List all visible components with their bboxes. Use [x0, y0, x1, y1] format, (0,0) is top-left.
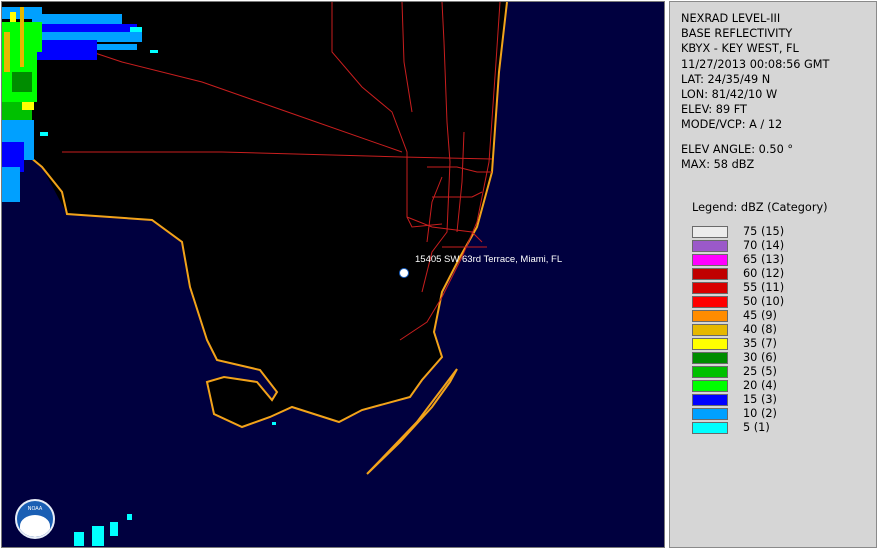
legend-swatch	[692, 310, 728, 322]
legend-swatch	[692, 324, 728, 336]
legend-swatch	[692, 352, 728, 364]
legend-label: 70 (14)	[743, 239, 785, 252]
station: KBYX - KEY WEST, FL	[681, 42, 799, 56]
legend-label: 55 (11)	[743, 281, 785, 294]
datetime: 11/27/2013 00:08:56 GMT	[681, 57, 830, 71]
legend-swatch	[692, 254, 728, 266]
latitude: LAT: 24/35/49 N	[681, 72, 771, 86]
legend-swatch	[692, 422, 728, 434]
legend-title: Legend: dBZ (Category)	[692, 201, 828, 214]
legend-label: 20 (4)	[743, 379, 777, 392]
elevation: ELEV: 89 FT	[681, 103, 747, 117]
max-dbz: MAX: 58 dBZ	[681, 157, 755, 171]
radar-map-canvas	[2, 2, 508, 546]
info-panel: NEXRAD LEVEL-III BASE REFLECTIVITY KBYX …	[669, 1, 877, 548]
location-label: 15405 SW 63rd Terrace, Miami, FL	[415, 254, 563, 265]
legend-swatch	[692, 240, 728, 252]
radar-info: NEXRAD LEVEL-III BASE REFLECTIVITY KBYX …	[681, 11, 829, 172]
noaa-logo-text: NOAA	[27, 506, 43, 512]
legend-label: 30 (6)	[743, 351, 777, 364]
legend-swatch	[692, 296, 728, 308]
elevation-angle: ELEV ANGLE: 0.50 °	[681, 142, 794, 156]
legend-label: 50 (10)	[743, 295, 785, 308]
legend-swatch	[692, 268, 728, 280]
legend-label: 25 (5)	[743, 365, 777, 378]
legend-label: 45 (9)	[743, 309, 777, 322]
legend-swatch	[692, 282, 728, 294]
longitude: LON: 81/42/10 W	[681, 88, 778, 102]
product-name: NEXRAD LEVEL-III	[681, 12, 781, 25]
product-type: BASE REFLECTIVITY	[681, 27, 793, 41]
legend-swatch	[692, 226, 728, 238]
legend-label: 75 (15)	[743, 225, 785, 238]
legend-swatch	[692, 380, 728, 392]
legend-label: 65 (13)	[743, 253, 785, 266]
legend-label: 60 (12)	[743, 267, 785, 280]
legend-swatch	[692, 366, 728, 378]
legend-swatch	[692, 408, 728, 420]
location-marker[interactable]	[399, 268, 409, 278]
mode-vcp: MODE/VCP: A / 12	[681, 118, 783, 132]
legend-swatch	[692, 394, 728, 406]
noaa-logo: NOAA	[15, 499, 55, 539]
legend-label: 5 (1)	[743, 421, 770, 434]
legend-label: 35 (7)	[743, 337, 777, 350]
legend-label: 40 (8)	[743, 323, 777, 336]
legend-swatch	[692, 338, 728, 350]
legend-label: 15 (3)	[743, 393, 777, 406]
radar-map[interactable]: 15405 SW 63rd Terrace, Miami, FL NOAA	[1, 1, 665, 548]
legend-label: 10 (2)	[743, 407, 777, 420]
